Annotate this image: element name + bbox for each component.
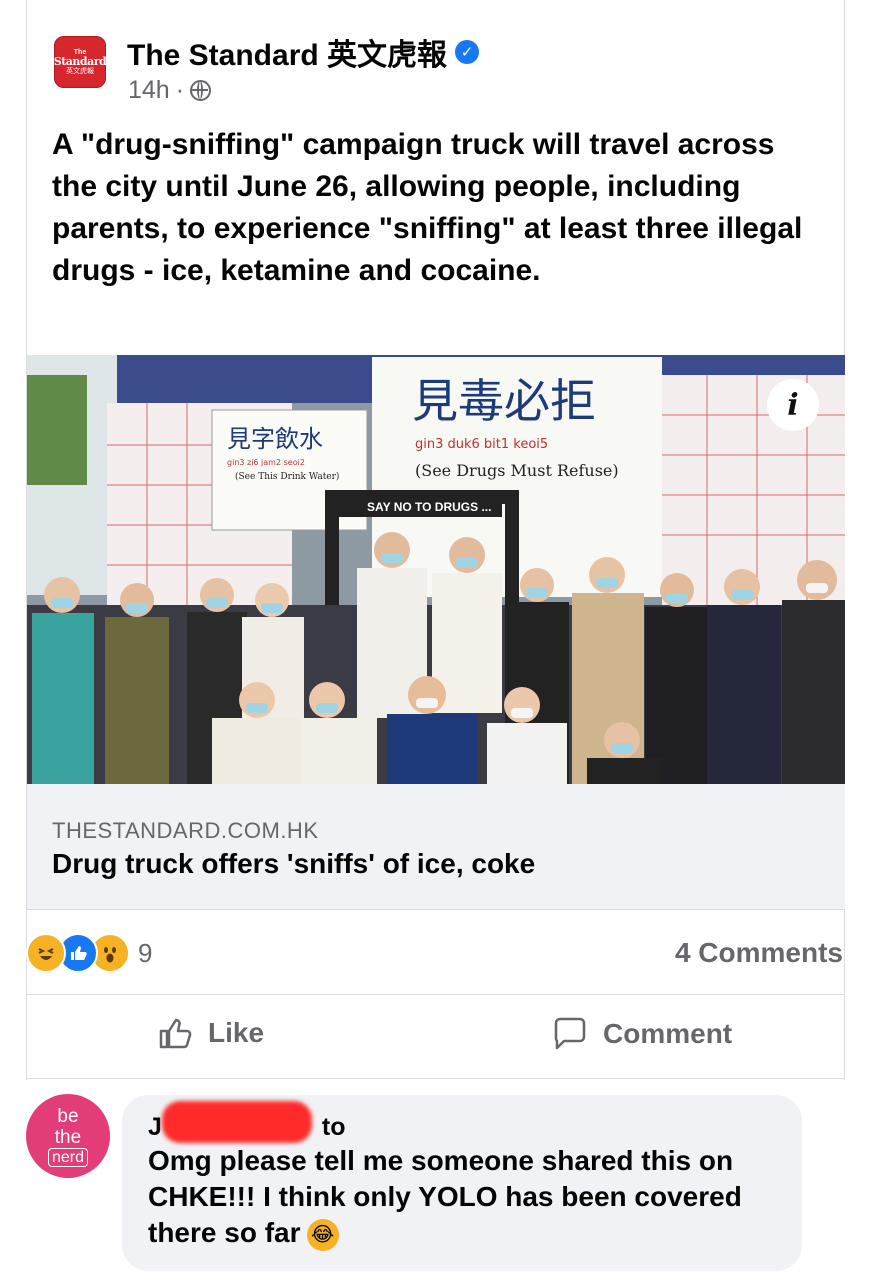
meta-separator: · [175, 76, 185, 104]
globe-icon[interactable] [190, 80, 212, 101]
banner-left-title: 見字飲水 [227, 425, 323, 453]
comment-label: Comment [603, 1018, 733, 1049]
name-redaction [162, 1101, 312, 1143]
like-button[interactable]: Like [158, 1015, 264, 1051]
info-icon-glyph: i [787, 387, 799, 423]
info-icon[interactable]: i [767, 379, 819, 431]
avatar-line: the [54, 1126, 82, 1148]
post-text: A "drug-sniffing" campaign truck will tr… [52, 128, 803, 287]
reaction-count: 9 [138, 937, 153, 968]
banner-left-translation: (See This Drink Water) [235, 471, 339, 482]
commenter-name-start: J [148, 1113, 162, 1141]
comment-text: Omg please tell me someone shared this o… [148, 1143, 788, 1251]
comment-icon [554, 1017, 586, 1050]
link-title: Drug truck offers 'sniffs' of ice, coke [52, 848, 536, 879]
page-logo-text-bottom: 英文虎報 [66, 67, 94, 75]
banner-left-romanization: gin3 zi6 jam2 seoi2 [227, 458, 305, 467]
comment-body: Omg please tell me someone shared this o… [148, 1145, 742, 1248]
like-label: Like [208, 1017, 265, 1048]
comment-button[interactable]: Comment [551, 1015, 732, 1053]
post-photo[interactable]: 見字飲水 gin3 zi6 jam2 seoi2 (See This Drink… [27, 355, 845, 784]
post-time[interactable]: 14h [128, 76, 170, 105]
verified-badge-icon: ✓ [455, 40, 480, 64]
laughing-emoji-icon: 😂 [306, 1218, 339, 1251]
avatar-line: be [57, 1105, 79, 1127]
avatar-line: nerd [47, 1147, 89, 1167]
page-name[interactable]: The Standard 英文虎報 [127, 30, 447, 74]
thumbs-up-icon [159, 1018, 192, 1049]
page-avatar[interactable]: The Standard 英文虎報 [54, 36, 106, 88]
photo-scene: 見字飲水 gin3 zi6 jam2 seoi2 (See This Drink… [27, 355, 845, 784]
divider [27, 994, 845, 995]
comment-bubble: Jto Omg please tell me someone shared th… [122, 1095, 802, 1271]
page-name-row: The Standard 英文虎報 ✓ [127, 30, 480, 74]
banner-main-title: 見毒必拒 [412, 374, 596, 428]
banner-main-translation: (See Drugs Must Refuse) [415, 461, 619, 480]
commenter-name-end: to [321, 1113, 346, 1141]
divider [27, 1078, 845, 1079]
commenter-avatar[interactable]: be the nerd [26, 1094, 110, 1178]
page-logo-text: Standard [54, 54, 106, 68]
frame-label: SAY NO TO DRUGS ... [367, 500, 491, 514]
link-domain: THESTANDARD.COM.HK [52, 818, 319, 843]
post-meta: 14h · [128, 76, 212, 105]
comments-count[interactable]: 4 Comments [675, 937, 843, 969]
reactions-summary[interactable]: 9 [26, 933, 152, 973]
link-preview-card[interactable]: THESTANDARD.COM.HK Drug truck offers 'sn… [27, 784, 845, 910]
haha-icon [26, 933, 66, 973]
banner-main-romanization: gin3 duk6 bit1 keoi5 [415, 437, 548, 452]
